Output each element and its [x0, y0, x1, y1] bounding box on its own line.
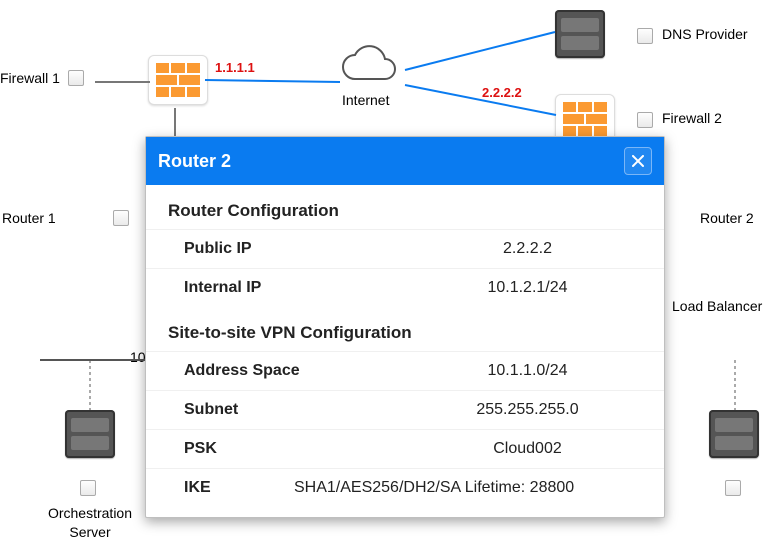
psk-label: PSK — [184, 440, 413, 458]
public-ip-value: 2.2.2.2 — [413, 240, 642, 258]
address-space-value: 10.1.1.0/24 — [413, 362, 642, 380]
subnet-label: Subnet — [184, 401, 413, 419]
internal-ip-label: Internal IP — [184, 279, 413, 297]
close-icon — [632, 155, 644, 167]
subnet-value: 255.255.255.0 — [413, 401, 642, 419]
row-public-ip: Public IP 2.2.2.2 — [146, 229, 664, 268]
section-router-config: Router Configuration — [146, 191, 664, 229]
close-button[interactable] — [624, 147, 652, 175]
router2-dialog: Router 2 Router Configuration Public IP … — [145, 136, 665, 518]
internal-ip-value: 10.1.2.1/24 — [413, 279, 642, 297]
row-address-space: Address Space 10.1.1.0/24 — [146, 351, 664, 390]
dialog-title: Router 2 — [158, 151, 231, 172]
row-internal-ip: Internal IP 10.1.2.1/24 — [146, 268, 664, 307]
address-space-label: Address Space — [184, 362, 413, 380]
row-subnet: Subnet 255.255.255.0 — [146, 390, 664, 429]
section-vpn-config: Site-to-site VPN Configuration — [146, 307, 664, 351]
ike-label: IKE — [184, 479, 294, 497]
public-ip-label: Public IP — [184, 240, 413, 258]
row-ike: IKE SHA1/AES256/DH2/SA Lifetime: 28800 — [146, 468, 664, 507]
row-psk: PSK Cloud002 — [146, 429, 664, 468]
psk-value: Cloud002 — [413, 440, 642, 458]
ike-value: SHA1/AES256/DH2/SA Lifetime: 28800 — [294, 479, 642, 497]
